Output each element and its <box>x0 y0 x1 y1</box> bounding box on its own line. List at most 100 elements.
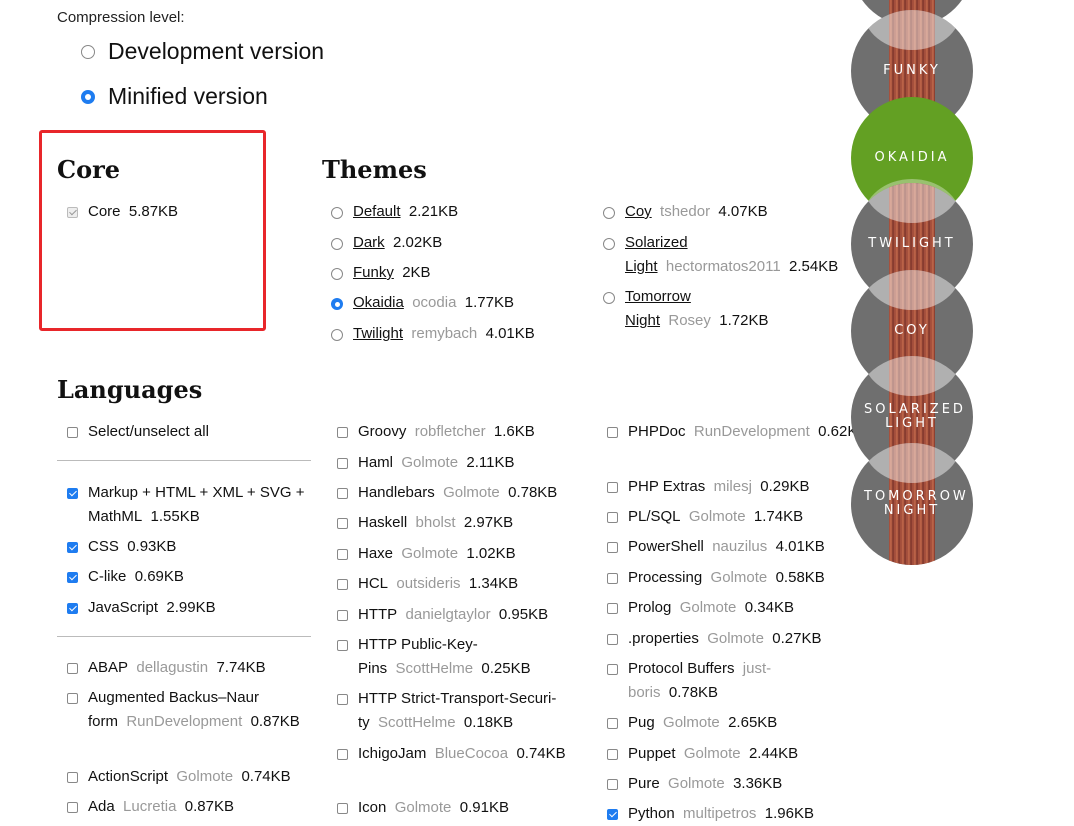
theme-radio[interactable] <box>331 268 343 280</box>
language-checkbox[interactable] <box>337 640 348 651</box>
language-checkbox[interactable] <box>337 549 348 560</box>
theme-item-tomorrow-night[interactable]: Tomorrow Night Rosey 1.72KB <box>603 285 823 333</box>
language-item-augmented-backus-naur-form[interactable]: Augmented Backus–Naur form RunDevelopmen… <box>67 686 312 734</box>
minified-version-radio[interactable] <box>81 89 95 104</box>
language-size: 0.87KB <box>250 713 300 730</box>
theme-name[interactable]: Dark <box>353 234 385 251</box>
theme-disc-tomorrow-night[interactable]: TOMORROW NIGHT <box>851 443 973 565</box>
language-item-properties[interactable]: .properties Golmote 0.27KB <box>607 627 842 651</box>
language-item-http[interactable]: HTTP danielgtaylor 0.95KB <box>337 603 577 627</box>
language-item-prolog[interactable]: Prolog Golmote 0.34KB <box>607 596 842 620</box>
language-item-icon[interactable]: Icon Golmote 0.91KB <box>337 796 577 820</box>
theme-item-solarized-light[interactable]: Solarized Light hectormatos2011 2.54KB <box>603 231 838 279</box>
language-item-puppet[interactable]: Puppet Golmote 2.44KB <box>607 742 842 766</box>
language-checkbox[interactable] <box>337 427 348 438</box>
theme-radio[interactable] <box>603 207 615 219</box>
language-checkbox[interactable] <box>607 664 618 675</box>
language-checkbox[interactable] <box>337 488 348 499</box>
language-item-phpdoc[interactable]: PHPDoc RunDevelopment 0.62KB <box>607 420 867 444</box>
language-item-php-extras[interactable]: PHP Extras milesj 0.29KB <box>607 475 842 499</box>
language-checkbox[interactable] <box>607 718 618 729</box>
language-checkbox[interactable] <box>607 542 618 553</box>
language-item-pug[interactable]: Pug Golmote 2.65KB <box>607 711 842 735</box>
language-item-powershell[interactable]: PowerShell nauzilus 4.01KB <box>607 535 842 559</box>
language-item-hcl[interactable]: HCL outsideris 1.34KB <box>337 572 577 596</box>
language-item-pl-sql[interactable]: PL/SQL Golmote 1.74KB <box>607 505 842 529</box>
language-item-protocol-buffers[interactable]: Protocol Buffers just-boris 0.78KB <box>607 657 842 705</box>
theme-name[interactable]: Coy <box>625 203 652 220</box>
language-item-groovy[interactable]: Groovy robfletcher 1.6KB <box>337 420 577 444</box>
development-version-option[interactable]: Development version <box>81 38 324 65</box>
language-checkbox[interactable] <box>67 663 78 674</box>
language-owner: RunDevelopment <box>126 713 243 730</box>
language-item-pure[interactable]: Pure Golmote 3.36KB <box>607 772 842 796</box>
language-item-haxe[interactable]: Haxe Golmote 1.02KB <box>337 542 577 566</box>
language-item-processing[interactable]: Processing Golmote 0.58KB <box>607 566 842 590</box>
language-checkbox[interactable] <box>67 693 78 704</box>
select-all-item[interactable]: Select/unselect all <box>67 420 307 444</box>
language-item-abap[interactable]: ABAP dellagustin 7.74KB <box>67 656 312 680</box>
language-checkbox[interactable] <box>337 803 348 814</box>
language-owner: Golmote <box>401 454 459 471</box>
minified-version-option[interactable]: Minified version <box>81 83 268 110</box>
language-owner: nauzilus <box>712 538 768 555</box>
language-checkbox[interactable] <box>67 603 78 614</box>
language-checkbox[interactable] <box>67 802 78 813</box>
theme-radio[interactable] <box>331 207 343 219</box>
language-checkbox[interactable] <box>607 779 618 790</box>
language-checkbox[interactable] <box>337 458 348 469</box>
language-size: 1.55KB <box>150 508 200 525</box>
theme-radio[interactable] <box>331 329 343 341</box>
language-checkbox[interactable] <box>337 610 348 621</box>
select-all-checkbox[interactable] <box>67 427 78 438</box>
language-checkbox[interactable] <box>607 634 618 645</box>
language-owner: Golmote <box>688 508 746 525</box>
theme-item-dark[interactable]: Dark 2.02KB <box>331 231 581 255</box>
theme-radio[interactable] <box>603 292 615 304</box>
language-item-python[interactable]: Python multipetros 1.96KB <box>607 802 842 826</box>
language-checkbox[interactable] <box>607 482 618 493</box>
language-item-markup-html-xml-svg-mathml[interactable]: Markup + HTML + XML + SVG + MathML 1.55K… <box>67 481 312 529</box>
language-checkbox[interactable] <box>337 579 348 590</box>
language-checkbox[interactable] <box>67 542 78 553</box>
theme-item-twilight[interactable]: Twilight remybach 4.01KB <box>331 322 581 346</box>
language-item-c-like[interactable]: C-like 0.69KB <box>67 565 312 589</box>
theme-item-funky[interactable]: Funky 2KB <box>331 261 581 285</box>
language-checkbox[interactable] <box>337 749 348 760</box>
language-item-http-strict-transport-securi-ty[interactable]: HTTP Strict-Transport-Securi-ty ScottHel… <box>337 687 577 735</box>
theme-name[interactable]: Default <box>353 203 401 220</box>
theme-radio[interactable] <box>331 238 343 250</box>
language-item-handlebars[interactable]: Handlebars Golmote 0.78KB <box>337 481 577 505</box>
language-size: 0.95KB <box>498 606 549 623</box>
language-checkbox[interactable] <box>607 603 618 614</box>
theme-radio[interactable] <box>603 238 615 250</box>
language-checkbox[interactable] <box>607 749 618 760</box>
language-size: 2.11KB <box>466 454 515 471</box>
language-checkbox[interactable] <box>607 427 618 438</box>
language-checkbox[interactable] <box>67 572 78 583</box>
theme-item-okaidia[interactable]: Okaidia ocodia 1.77KB <box>331 291 581 315</box>
language-name: Prolog <box>628 599 672 616</box>
development-version-radio[interactable] <box>81 44 95 59</box>
language-item-actionscript[interactable]: ActionScript Golmote 0.74KB <box>67 765 312 789</box>
language-checkbox[interactable] <box>607 809 618 820</box>
language-checkbox[interactable] <box>67 772 78 783</box>
language-item-ichigojam[interactable]: IchigoJam BlueCocoa 0.74KB <box>337 742 577 766</box>
theme-name[interactable]: Funky <box>353 264 394 281</box>
language-item-javascript[interactable]: JavaScript 2.99KB <box>67 596 312 620</box>
language-item-http-public-key-pins[interactable]: HTTP Public-Key-Pins ScottHelme 0.25KB <box>337 633 577 681</box>
language-item-haskell[interactable]: Haskell bholst 2.97KB <box>337 511 577 535</box>
language-checkbox[interactable] <box>607 573 618 584</box>
theme-radio[interactable] <box>331 298 343 310</box>
language-checkbox[interactable] <box>67 488 78 499</box>
language-item-css[interactable]: CSS 0.93KB <box>67 535 312 559</box>
language-item-ada[interactable]: Ada Lucretia 0.87KB <box>67 795 312 819</box>
language-checkbox[interactable] <box>337 518 348 529</box>
theme-name[interactable]: Twilight <box>353 325 403 342</box>
language-checkbox[interactable] <box>607 512 618 523</box>
theme-item-coy[interactable]: Coy tshedor 4.07KB <box>603 200 823 224</box>
language-item-haml[interactable]: Haml Golmote 2.11KB <box>337 451 577 475</box>
language-checkbox[interactable] <box>337 694 348 705</box>
theme-name[interactable]: Okaidia <box>353 294 404 311</box>
theme-item-default[interactable]: Default 2.21KB <box>331 200 581 224</box>
